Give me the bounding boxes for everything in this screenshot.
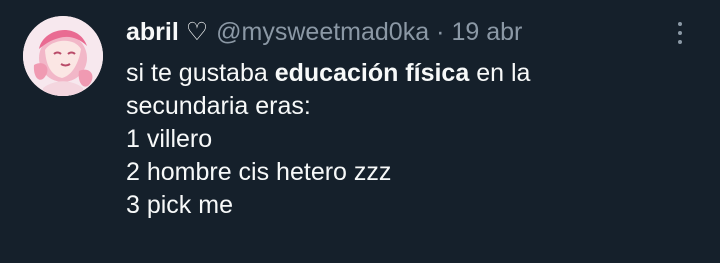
tweet-line-1-after: en la bbox=[469, 59, 531, 87]
tweet-line-1: si te gustaba educación física en la bbox=[126, 57, 686, 90]
tweet-header: abril ♡ @mysweetmad0ka · 19 abr bbox=[126, 15, 522, 49]
tweet-line-5: 3 pick me bbox=[126, 191, 233, 219]
more-options-dot bbox=[678, 22, 682, 26]
tweet-date[interactable]: 19 abr bbox=[451, 18, 522, 47]
tweet-line-1-bold: educación física bbox=[274, 59, 470, 87]
avatar[interactable] bbox=[23, 16, 103, 96]
tweet: abril ♡ @mysweetmad0ka · 19 abr si te gu… bbox=[0, 0, 720, 263]
tweet-line-2: secundaria eras: bbox=[126, 92, 311, 120]
tweet-line-3: 1 villero bbox=[126, 125, 213, 153]
more-options-icon[interactable] bbox=[668, 19, 692, 47]
tweet-body: si te gustaba educación física en la sec… bbox=[126, 57, 686, 222]
author-handle[interactable]: @mysweetmad0ka bbox=[216, 18, 429, 47]
header-separator: · bbox=[436, 17, 445, 46]
avatar-icon bbox=[23, 16, 103, 96]
more-options-dot bbox=[678, 40, 682, 44]
author-name[interactable]: abril ♡ bbox=[126, 17, 208, 47]
tweet-line-4: 2 hombre cis hetero zzz bbox=[126, 158, 392, 186]
more-options-dot bbox=[678, 31, 682, 35]
tweet-line-1-before: si te gustaba bbox=[126, 59, 275, 87]
